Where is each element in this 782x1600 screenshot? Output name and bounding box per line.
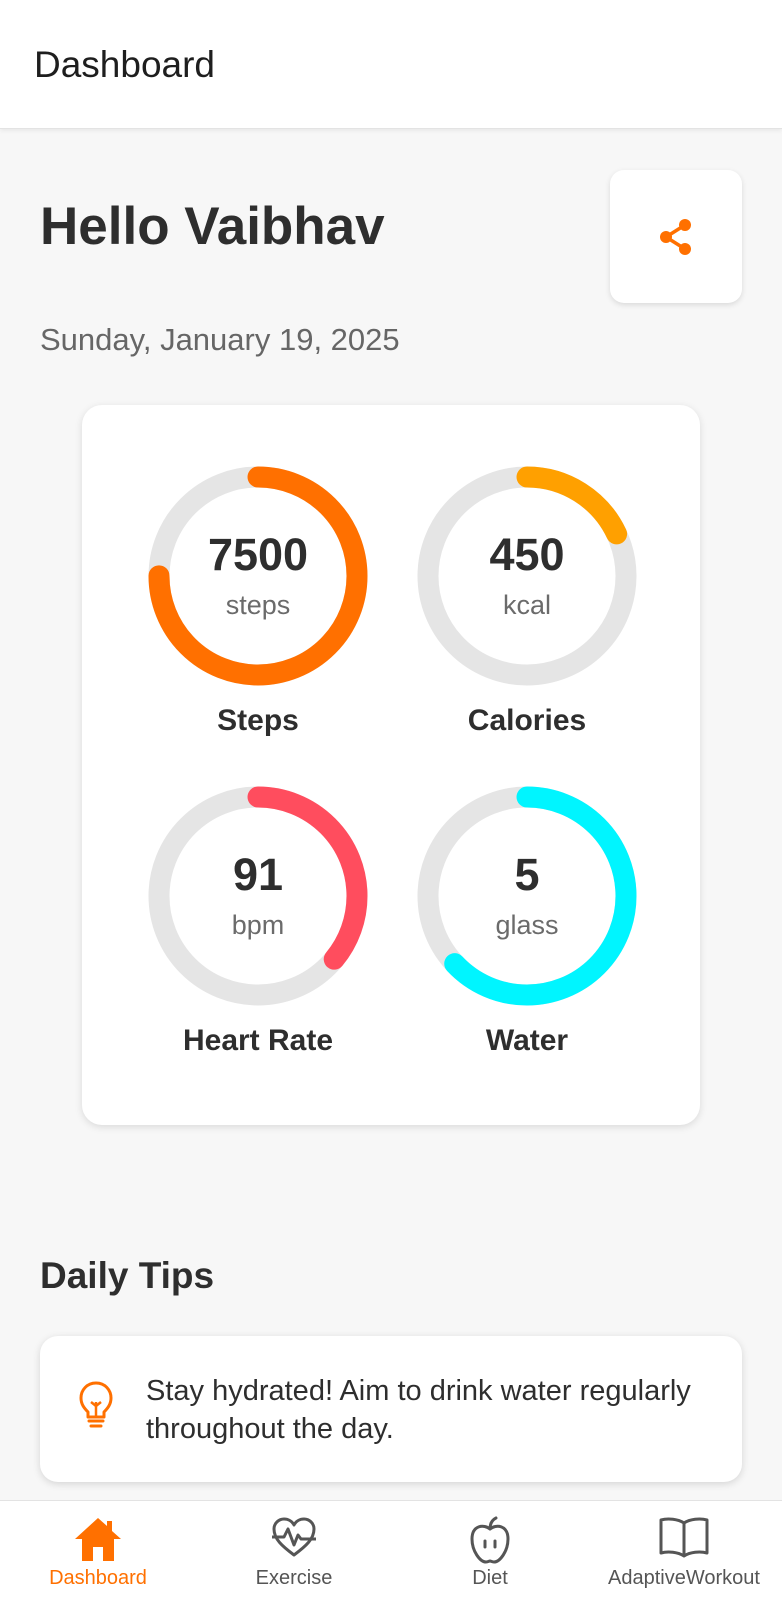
tip-text: Stay hydrated! Aim to drink water regula…: [146, 1375, 691, 1445]
app-root: Dashboard Hello Vaibhav Sunday, January …: [0, 0, 782, 1600]
apple-icon: [470, 1516, 510, 1564]
heart-rate-label: Heart Rate: [182, 1024, 334, 1057]
nav-item-diet[interactable]: Diet: [392, 1501, 588, 1600]
water-label: Water: [485, 1024, 569, 1057]
greeting-heading: Hello Vaibhav: [40, 197, 385, 256]
lightbulb-icon: [79, 1381, 113, 1428]
steps-value: 7500: [207, 529, 309, 580]
calories-label: Calories: [467, 704, 587, 737]
top-app-bar: Dashboard: [0, 0, 782, 129]
heart-rate-unit: bpm: [231, 910, 285, 940]
share-button[interactable]: [610, 170, 742, 303]
steps-unit: steps: [225, 590, 291, 620]
calories-value: 450: [489, 529, 565, 580]
book-icon: [659, 1517, 709, 1558]
nav-item-dashboard[interactable]: Dashboard: [0, 1501, 196, 1600]
heart-rate-value: 91: [232, 849, 284, 900]
nav-label-diet: Diet: [472, 1567, 508, 1589]
nav-label-exercise: Exercise: [255, 1567, 333, 1589]
nav-item-exercise[interactable]: Exercise: [196, 1501, 392, 1600]
nav-label-adaptive-workout: AdaptiveWorkout: [608, 1567, 760, 1589]
stats-card: 7500 steps Steps 450 kcal Calories 91 bp…: [82, 405, 700, 1125]
bottom-navigation: Dashboard Exercise Diet AdaptiveWorkout: [0, 1500, 782, 1600]
share-icon: [660, 218, 691, 255]
page-title: Dashboard: [34, 44, 216, 85]
nav-label-dashboard: Dashboard: [49, 1567, 147, 1589]
daily-tips-heading: Daily Tips: [40, 1255, 215, 1296]
nav-item-adaptive-workout[interactable]: AdaptiveWorkout: [586, 1501, 782, 1600]
heart-pulse-icon: [272, 1517, 316, 1557]
water-unit: glass: [495, 910, 559, 940]
date-label: Sunday, January 19, 2025: [40, 322, 400, 357]
tip-card: Stay hydrated! Aim to drink water regula…: [40, 1336, 742, 1482]
home-icon: [75, 1518, 121, 1561]
calories-unit: kcal: [502, 590, 551, 620]
water-value: 5: [514, 849, 540, 900]
steps-label: Steps: [217, 704, 299, 737]
